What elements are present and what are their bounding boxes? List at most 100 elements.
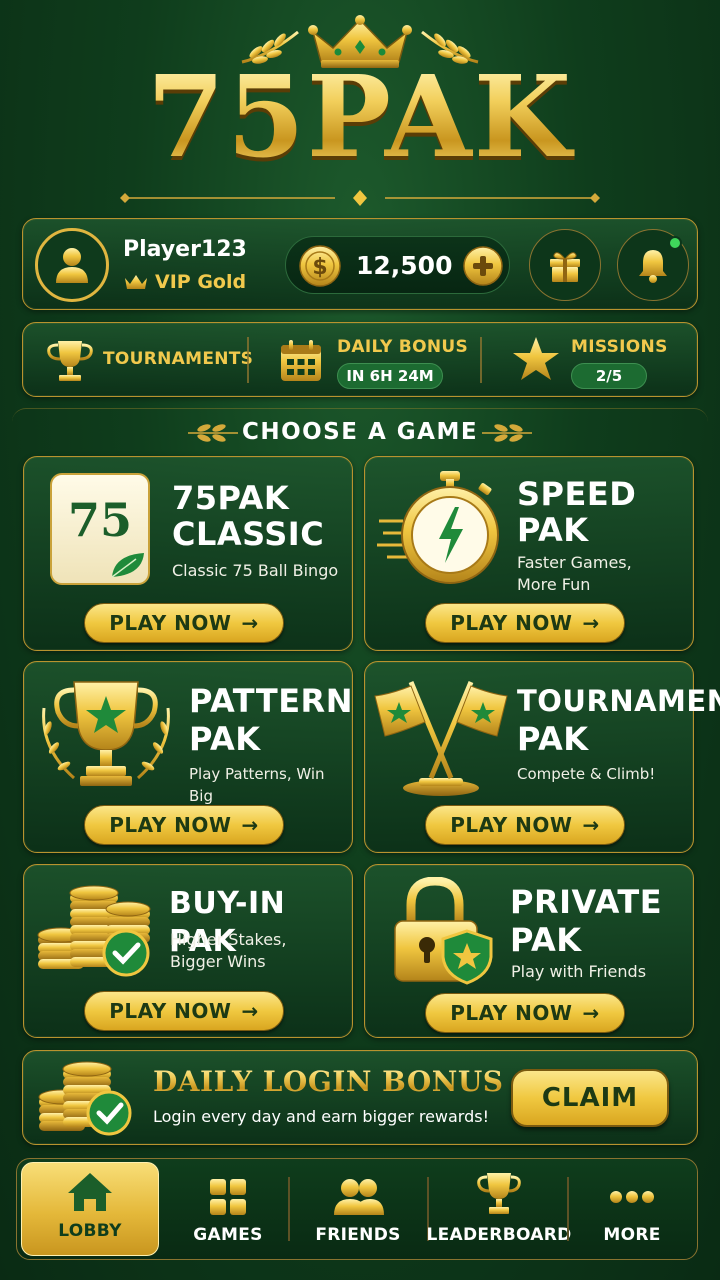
game-subtitle: Faster Games,: [517, 553, 632, 572]
play-now-label: PLAY NOW: [450, 1001, 573, 1025]
classic-badge-number: 75: [67, 493, 132, 547]
crown-small-icon: [125, 275, 147, 289]
nav-label-more: MORE: [603, 1225, 661, 1245]
play-now-label: PLAY NOW: [109, 813, 232, 837]
play-now-label: PLAY NOW: [450, 813, 573, 837]
arrow-right-icon: →: [241, 813, 259, 837]
game-name-line2: CLASSIC: [172, 515, 325, 553]
home-icon: [68, 1173, 112, 1211]
header: 75PAK 75PAK: [0, 0, 720, 215]
tournaments-label: TOURNAMENTS: [103, 349, 254, 369]
game-name: PATTERN: [189, 682, 353, 720]
ornament-divider: [120, 190, 600, 206]
more-icon: [610, 1191, 654, 1203]
game-card-speed-pak[interactable]: SPEED PAK Faster Games, More Fun PLAY NO…: [364, 456, 694, 651]
play-now-label: PLAY NOW: [109, 999, 232, 1023]
sprig-right-icon: [482, 424, 532, 442]
bell-icon: [639, 250, 667, 283]
coin-stack-icon: [37, 885, 151, 977]
game-subtitle: Classic 75 Ball Bingo: [172, 561, 339, 580]
play-now-button[interactable]: PLAY NOW →: [84, 603, 284, 643]
game-name-line2: PAK: [510, 921, 582, 959]
play-now-button[interactable]: PLAY NOW →: [425, 993, 625, 1033]
coin-stack-check-icon: [38, 1061, 132, 1136]
nav-item-more[interactable]: MORE: [568, 1159, 696, 1259]
coin-balance: $ 12,500: [285, 236, 510, 294]
claim-button[interactable]: CLAIM: [511, 1069, 669, 1127]
tournaments-link[interactable]: TOURNAMENTS: [23, 323, 253, 398]
add-coins-button[interactable]: [461, 244, 505, 288]
grid-icon: [210, 1179, 246, 1215]
daily-login-title: DAILY LOGIN BONUS: [153, 1065, 504, 1098]
missions-progress: 2/5: [571, 363, 647, 389]
nav-label-friends: FRIENDS: [315, 1225, 401, 1245]
game-name: SPEED: [517, 475, 637, 513]
coin-icon: $: [299, 245, 341, 287]
nav-item-games[interactable]: GAMES: [159, 1159, 297, 1259]
nav-label-lobby: LOBBY: [58, 1221, 122, 1241]
gift-button[interactable]: [529, 229, 601, 301]
stopwatch-icon: [377, 471, 499, 584]
notification-dot: [668, 236, 682, 250]
trophy-star-icon: [42, 681, 170, 786]
nav-label-games: GAMES: [193, 1225, 263, 1245]
leaf-icon: [111, 553, 144, 578]
game-name-line2: PAK: [517, 720, 589, 758]
play-now-button[interactable]: PLAY NOW →: [84, 991, 284, 1031]
play-now-button[interactable]: PLAY NOW →: [425, 603, 625, 643]
calendar-icon: [281, 340, 321, 381]
notifications-button[interactable]: [617, 229, 689, 301]
arrow-right-icon: →: [582, 1001, 600, 1025]
arrow-right-icon: →: [582, 813, 600, 837]
profile-bar: Player123 VIP Gold $ 12,500: [22, 218, 698, 310]
app-title: 75PAK: [0, 62, 720, 174]
crossed-flags-icon: [374, 681, 508, 796]
classic-badge: 75: [50, 473, 150, 585]
play-now-button[interactable]: PLAY NOW →: [84, 805, 284, 845]
daily-login-bonus: DAILY LOGIN BONUS Login every day and ea…: [22, 1050, 698, 1145]
game-name-line2: PAK: [189, 720, 261, 758]
quick-bar: TOURNAMENTS DAILY BONUS IN 6H 24M MISSIO…: [22, 322, 698, 397]
missions-link[interactable]: MISSIONS 2/5: [483, 323, 697, 398]
game-name: PRIVATE: [510, 883, 663, 921]
friends-icon: [334, 1179, 384, 1215]
bottom-nav: LOBBY GAMES FRIENDS LEADERBOARD MORE: [16, 1158, 698, 1260]
game-subtitle: Compete & Climb!: [517, 765, 656, 783]
choose-game-title: CHOOSE A GAME: [241, 419, 479, 445]
player-name: Player123: [123, 237, 247, 262]
arrow-right-icon: →: [241, 999, 259, 1023]
game-card-75pak-classic[interactable]: 75 75PAK CLASSIC Classic 75 Ball Bingo P…: [23, 456, 353, 651]
daily-bonus-timer: IN 6H 24M: [337, 363, 443, 389]
play-now-button[interactable]: PLAY NOW →: [425, 805, 625, 845]
game-card-tournament-pak[interactable]: TOURNAMENT PAK Compete & Climb! PLAY NOW…: [364, 661, 720, 853]
nav-item-friends[interactable]: FRIENDS: [289, 1159, 427, 1259]
game-subtitle-line2: Bigger Wins: [170, 952, 266, 971]
nav-item-lobby[interactable]: LOBBY: [21, 1162, 159, 1256]
nav-item-leaderboard[interactable]: LEADERBOARD: [426, 1159, 572, 1259]
daily-bonus-link[interactable]: DAILY BONUS IN 6H 24M: [249, 323, 479, 398]
game-name: 75PAK: [172, 479, 290, 517]
avatar[interactable]: [35, 228, 109, 302]
lock-shield-icon: [394, 877, 493, 985]
game-card-buy-in-pak[interactable]: BUY-IN PAK Higher Stakes, Bigger Wins PL…: [23, 864, 353, 1038]
game-subtitle-line2: More Fun: [517, 575, 591, 594]
game-card-pattern-pak[interactable]: PATTERN PAK Play Patterns, Win Big PLAY …: [23, 661, 353, 853]
game-subtitle: Play Patterns, Win Big: [189, 765, 325, 805]
missions-label: MISSIONS: [571, 337, 668, 357]
daily-bonus-label: DAILY BONUS: [337, 337, 468, 357]
game-subtitle: Higher Stakes,: [170, 930, 287, 949]
gift-icon: [550, 252, 580, 282]
user-icon: [56, 248, 88, 283]
game-name: TOURNAMENT: [517, 684, 720, 718]
vip-badge: VIP Gold: [123, 271, 246, 293]
trophy-icon: [47, 341, 93, 381]
vip-level: VIP Gold: [155, 271, 247, 293]
game-subtitle: Play with Friends: [511, 962, 647, 981]
star-icon: [513, 337, 559, 380]
nav-label-leaderboard: LEADERBOARD: [426, 1225, 572, 1245]
arrow-right-icon: →: [241, 611, 259, 635]
svg-text:$: $: [312, 255, 327, 280]
arrow-right-icon: →: [582, 611, 600, 635]
game-card-private-pak[interactable]: PRIVATE PAK Play with Friends PLAY NOW →: [364, 864, 694, 1038]
play-now-label: PLAY NOW: [450, 611, 573, 635]
